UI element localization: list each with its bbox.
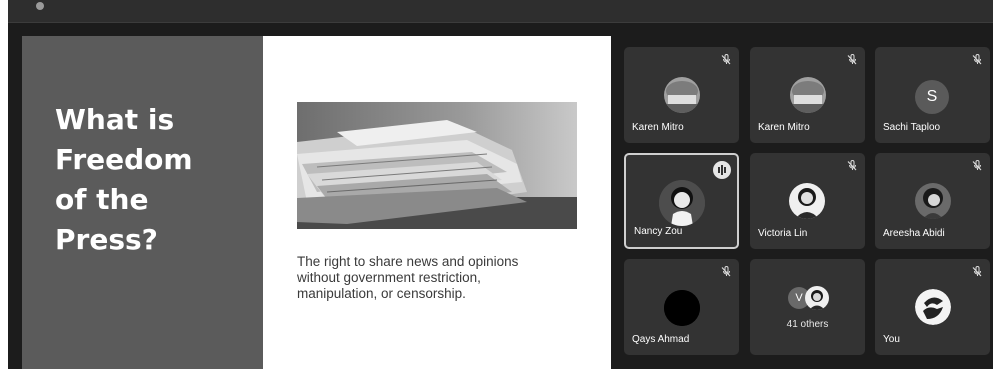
participant-tile[interactable]: Qays Ahmad	[624, 259, 739, 355]
presentation-slide: What is Freedom of the Press? The right …	[22, 36, 611, 369]
mic-off-icon	[847, 160, 857, 171]
avatar	[915, 289, 951, 325]
participant-name: Victoria Lin	[758, 228, 808, 239]
avatar	[805, 286, 829, 310]
participant-tile[interactable]: Karen Mitro	[750, 47, 865, 143]
avatar	[789, 183, 825, 219]
mic-off-icon	[972, 54, 982, 65]
photo-icon	[664, 77, 700, 113]
participant-name: Areesha Abidi	[883, 228, 945, 239]
speaking-indicator-icon	[713, 161, 731, 179]
participant-tile[interactable]: Karen Mitro	[624, 47, 739, 143]
slide-body-text: The right to share news and opinions wit…	[297, 254, 567, 302]
avatar	[664, 290, 700, 326]
photo-icon	[790, 77, 826, 113]
avatar: S	[915, 80, 949, 114]
mic-off-icon	[721, 266, 731, 277]
menu-icon[interactable]	[36, 2, 44, 10]
avatar	[915, 183, 951, 219]
avatar-initial: V	[795, 292, 803, 304]
photo-icon	[915, 183, 951, 219]
participant-name: Qays Ahmad	[632, 334, 690, 345]
slide-title: What is Freedom of the Press?	[55, 100, 255, 260]
participant-name: Karen Mitro	[758, 122, 810, 133]
photo-icon	[915, 289, 951, 325]
participant-tile[interactable]: You	[875, 259, 990, 355]
participant-name: Karen Mitro	[632, 122, 684, 133]
participant-name: Sachi Taploo	[883, 122, 941, 133]
mic-off-icon	[721, 54, 731, 65]
others-tile[interactable]: V 41 others	[750, 259, 865, 355]
participant-tile-active[interactable]: Nancy Zou	[624, 153, 739, 249]
slide-body-line: manipulation, or censorship.	[297, 286, 466, 301]
slide-title-line: Freedom	[55, 143, 193, 176]
avatar	[790, 77, 826, 113]
photo-icon	[659, 180, 705, 226]
photo-icon	[789, 183, 825, 219]
mic-off-icon	[972, 160, 982, 171]
slide-body-line: without government restriction,	[297, 270, 481, 285]
slide-title-line: Press?	[55, 223, 158, 256]
participant-tile[interactable]: Victoria Lin	[750, 153, 865, 249]
others-count: 41 others	[786, 319, 829, 330]
meeting-window: What is Freedom of the Press? The right …	[8, 0, 993, 369]
participant-tile[interactable]: S Sachi Taploo	[875, 47, 990, 143]
slide-title-line: What is	[55, 103, 175, 136]
participant-name: Nancy Zou	[634, 226, 683, 237]
photo-icon	[805, 286, 829, 310]
participant-tile[interactable]: Areesha Abidi	[875, 153, 990, 249]
newspaper-photo	[297, 102, 577, 229]
avatar	[659, 180, 705, 226]
avatar	[664, 77, 700, 113]
slide-title-line: of the	[55, 183, 149, 216]
mic-off-icon	[847, 54, 857, 65]
mic-off-icon	[972, 266, 982, 277]
avatar-initial: S	[926, 88, 938, 105]
top-bar	[8, 0, 993, 23]
photo-icon	[664, 290, 700, 326]
slide-body-line: The right to share news and opinions	[297, 254, 519, 269]
participant-name: You	[883, 334, 900, 345]
slide-title-panel: What is Freedom of the Press?	[22, 36, 263, 369]
